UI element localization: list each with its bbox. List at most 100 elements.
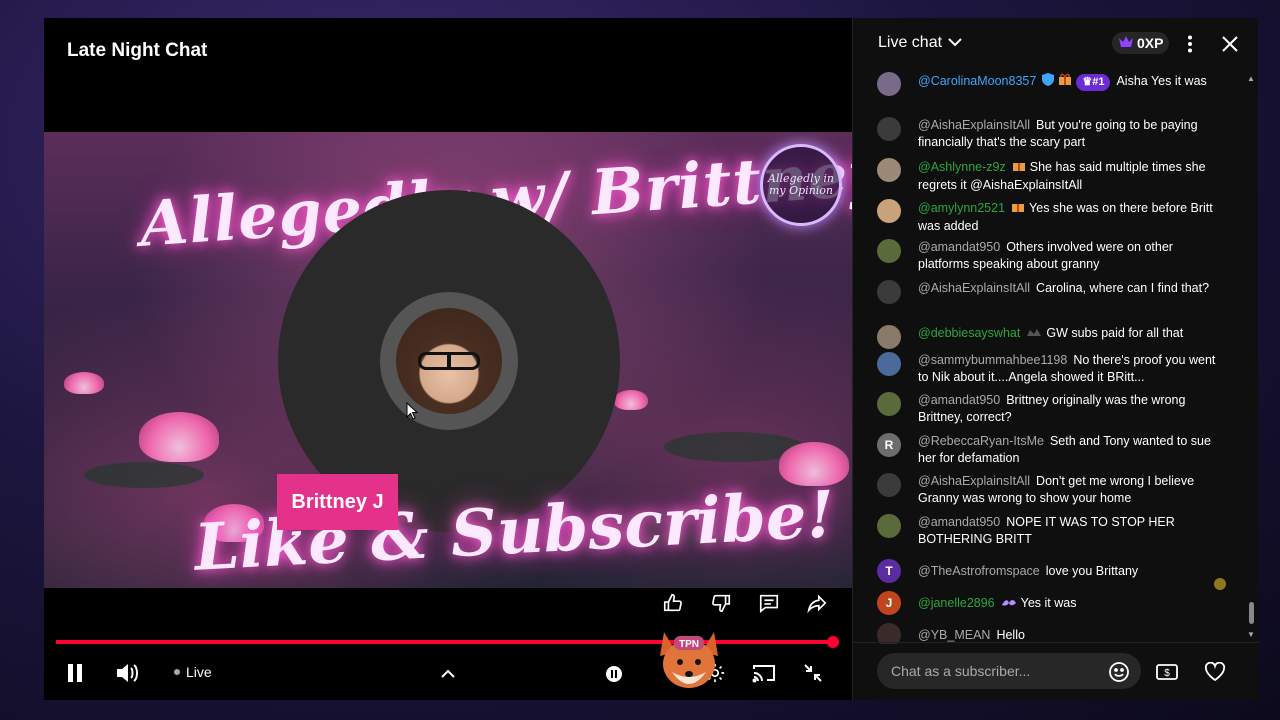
rank-chip: ♛#1 <box>1076 73 1111 91</box>
scroll-thumb[interactable] <box>1249 602 1254 624</box>
avatar[interactable] <box>877 352 901 376</box>
chat-message[interactable]: @sammybummahbee1198 No there's proof you … <box>877 352 1217 386</box>
progress-scrubber[interactable] <box>827 636 839 648</box>
avatar[interactable] <box>877 199 901 223</box>
avatar[interactable] <box>877 392 901 416</box>
message-author[interactable]: @janelle2896 <box>918 596 995 610</box>
chat-message[interactable]: @amandat950 Brittney originally was the w… <box>877 392 1217 426</box>
chat-message[interactable]: @YB_MEAN Hello <box>877 623 1217 644</box>
avatar[interactable] <box>877 72 901 96</box>
logo-text: Allegedly in my Opinion <box>768 171 834 197</box>
chat-message[interactable]: @AishaExplainsItAll Carolina, where can I… <box>877 280 1217 304</box>
more-vert-icon[interactable] <box>1178 32 1202 56</box>
chat-message[interactable]: @CarolinaMoon8357 ♛#1 Aisha Yes it was <box>877 72 1217 96</box>
chat-input-row: $ <box>853 642 1259 700</box>
message-author[interactable]: @YB_MEAN <box>918 628 990 642</box>
channel-logo: Allegedly in my Opinion <box>760 144 842 226</box>
lotus-flower <box>614 390 648 410</box>
autoplay-toggle[interactable] <box>602 662 626 686</box>
chevron-down-icon <box>948 34 962 52</box>
member-gift-icon <box>1012 158 1026 177</box>
member-badge-icon <box>1026 325 1042 342</box>
avatar[interactable]: R <box>877 433 901 457</box>
avatar[interactable] <box>877 117 901 141</box>
message-author[interactable]: @AishaExplainsItAll <box>918 281 1030 295</box>
chat-title: Live chat <box>878 34 943 51</box>
mouse-cursor-icon <box>406 401 419 425</box>
exit-fullscreen-icon[interactable] <box>800 660 826 686</box>
avatar-photo <box>396 308 502 414</box>
message-author[interactable]: @debbiesayswhat <box>918 326 1020 340</box>
chat-message[interactable]: @Ashlynne-z9z She has said multiple times… <box>877 158 1217 194</box>
svg-text:$: $ <box>1164 668 1170 679</box>
heart-icon[interactable] <box>1202 659 1228 685</box>
message-author[interactable]: @AishaExplainsItAll <box>918 474 1030 488</box>
avatar[interactable] <box>877 623 901 644</box>
avatar[interactable]: J <box>877 591 901 615</box>
close-icon[interactable] <box>1218 32 1242 56</box>
chat-message[interactable]: @amylynn2521 Yes she was on there before … <box>877 199 1217 235</box>
chat-mode-selector[interactable]: Live chat <box>878 34 962 52</box>
message-text: Hello <box>996 628 1025 642</box>
chat-message[interactable]: @AishaExplainsItAll Don't get me wrong I … <box>877 473 1217 507</box>
chat-input[interactable] <box>877 653 1141 689</box>
pause-icon[interactable] <box>62 660 88 686</box>
chat-message[interactable]: @amandat950 Others involved were on other… <box>877 239 1217 273</box>
video-frame[interactable]: Allegedly w/ Brittney J Allegedly in my … <box>44 132 854 588</box>
chat-message[interactable]: J @janelle2896 Yes it was <box>877 591 1217 615</box>
crown-icon <box>1118 35 1134 51</box>
message-author[interactable]: @CarolinaMoon8357 <box>918 74 1036 88</box>
avatar[interactable] <box>877 473 901 497</box>
message-author[interactable]: @amylynn2521 <box>918 201 1005 215</box>
chat-header: Live chat 0XP <box>853 18 1259 68</box>
message-author[interactable]: @sammybummahbee1198 <box>918 353 1067 367</box>
avatar[interactable] <box>877 280 901 304</box>
avatar[interactable] <box>877 239 901 263</box>
avatar[interactable] <box>877 158 901 182</box>
video-actions <box>658 588 832 618</box>
chat-message[interactable]: @debbiesayswhat GW subs paid for all that <box>877 325 1217 349</box>
message-author[interactable]: @Ashlynne-z9z <box>918 160 1006 174</box>
message-author[interactable]: @amandat950 <box>918 240 1000 254</box>
lotus-flower <box>64 372 104 394</box>
avatar[interactable]: T <box>877 559 901 583</box>
xp-label: 0XP <box>1137 35 1164 51</box>
glasses-shape <box>418 352 480 370</box>
chat-message-list[interactable]: @CarolinaMoon8357 ♛#1 Aisha Yes it was @Ai… <box>853 68 1245 644</box>
scroll-up-icon[interactable]: ▲ <box>1247 74 1255 83</box>
chat-message[interactable]: R @RebeccaRyan-ItsMe Seth and Tony wanted… <box>877 433 1217 467</box>
message-text: Carolina, where can I find that? <box>1036 281 1210 295</box>
player-controls: Live <box>44 654 854 694</box>
chat-message[interactable]: @AishaExplainsItAll But you're going to b… <box>877 117 1217 151</box>
xp-badge[interactable]: 0XP <box>1112 32 1170 54</box>
mascot-hat-text: TPN <box>679 639 699 650</box>
volume-icon[interactable] <box>114 660 142 686</box>
scroll-down-icon[interactable]: ▼ <box>1247 630 1255 639</box>
thumb-down-icon[interactable] <box>706 588 736 618</box>
message-author[interactable]: @amandat950 <box>918 515 1000 529</box>
lotus-flower <box>139 412 219 462</box>
avatar[interactable] <box>877 514 901 538</box>
message-author[interactable]: @RebeccaRyan-ItsMe <box>918 434 1044 448</box>
live-chat-panel: Live chat 0XP @CarolinaMoon8357 ♛#1 Aisha … <box>852 18 1259 700</box>
chat-scrollbar[interactable]: ▲ ▼ <box>1247 74 1255 644</box>
chevron-up-icon[interactable] <box>436 662 460 686</box>
super-chat-icon[interactable]: $ <box>1154 659 1180 685</box>
message-author[interactable]: @AishaExplainsItAll <box>918 118 1030 132</box>
video-player[interactable]: Late Night Chat Allegedly w/ Brittney J … <box>44 18 854 700</box>
message-text: GW subs paid for all that <box>1046 326 1184 340</box>
verified-shield-icon <box>1042 72 1055 91</box>
message-author[interactable]: @TheAstrofromspace <box>918 564 1040 578</box>
emoji-icon[interactable] <box>1106 659 1132 685</box>
video-title: Late Night Chat <box>67 40 208 61</box>
comment-icon[interactable] <box>754 588 784 618</box>
thumb-up-icon[interactable] <box>658 588 688 618</box>
cast-icon[interactable] <box>750 660 778 686</box>
live-indicator[interactable]: Live <box>174 664 212 680</box>
message-author[interactable]: @amandat950 <box>918 393 1000 407</box>
avatar[interactable] <box>877 325 901 349</box>
share-icon[interactable] <box>802 588 832 618</box>
member-gift-icon <box>1058 72 1072 91</box>
chat-message[interactable]: T @TheAstrofromspace love you Brittany <box>877 559 1217 583</box>
chat-message[interactable]: @amandat950 NOPE IT WAS TO STOP HER BOTHE… <box>877 514 1217 548</box>
